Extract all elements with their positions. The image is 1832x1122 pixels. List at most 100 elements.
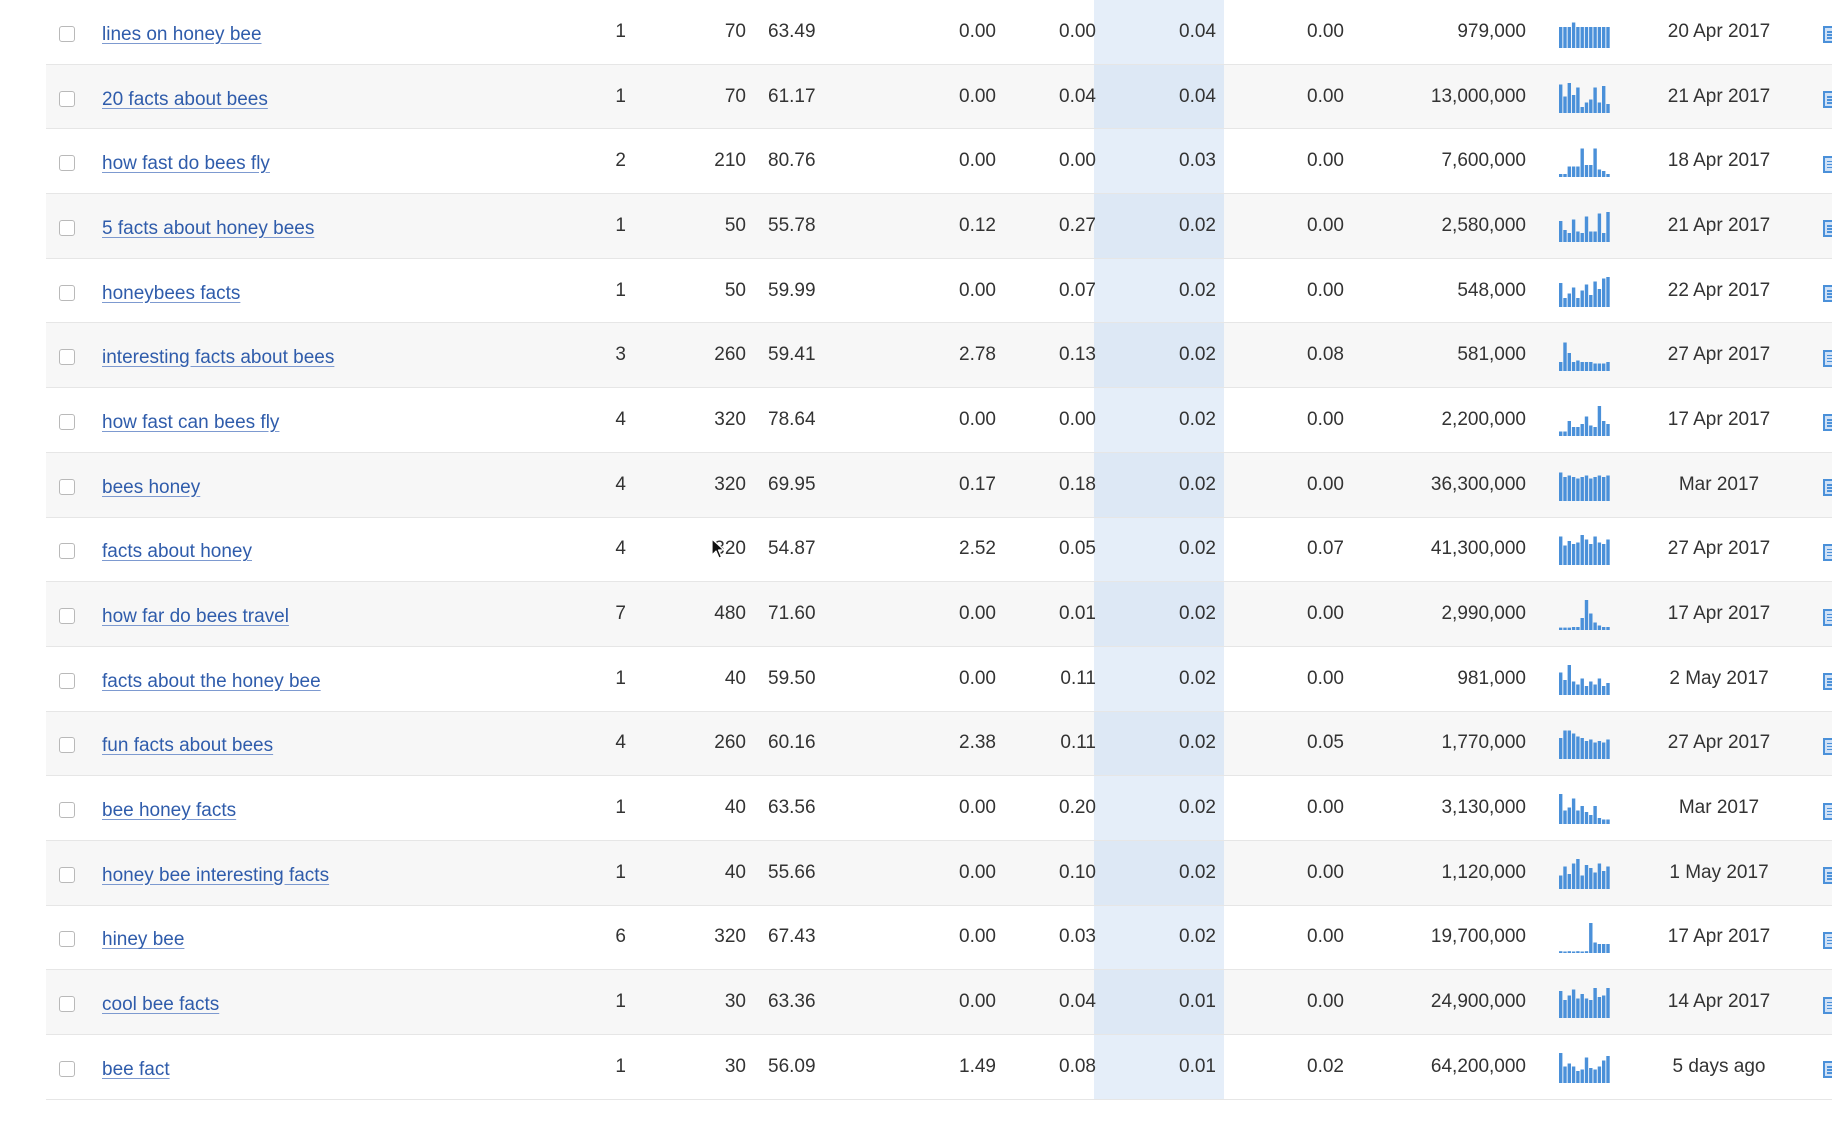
serp-list-icon[interactable] <box>1823 414 1832 432</box>
trend-bar <box>1563 866 1567 889</box>
trend-bar <box>1567 353 1571 372</box>
keyword-link[interactable]: how fast can bees fly <box>102 388 542 452</box>
metric-3-cell: 0.01 <box>1179 991 1216 1013</box>
metric-1-cell: 0.00 <box>959 991 996 1013</box>
last-update-date: 27 Apr 2017 <box>1667 732 1771 754</box>
row-checkbox[interactable] <box>59 543 75 560</box>
table-row: 20 facts about bees 1 70 61.17 0.00 0.04 0.04 0… <box>46 64 1832 130</box>
keyword-link[interactable]: cool bee facts <box>102 970 542 1034</box>
keyword-link[interactable]: lines on honey bee <box>102 0 542 64</box>
trend-bar <box>1563 297 1567 307</box>
trend-bar <box>1559 472 1563 501</box>
serp-action-cell <box>1822 0 1832 64</box>
keyword-link[interactable]: how fast do bees fly <box>102 129 542 193</box>
row-checkbox[interactable] <box>59 349 75 366</box>
metric-3-cell: 0.02 <box>1179 214 1216 236</box>
trend-bar <box>1597 405 1602 436</box>
serp-list-icon[interactable] <box>1823 737 1832 755</box>
metric-2-cell: 0.11 <box>1060 667 1096 689</box>
keyword-link[interactable]: 5 facts about honey bees <box>102 194 542 258</box>
serp-list-icon[interactable] <box>1823 91 1832 109</box>
keyword-link[interactable]: hiney bee <box>102 906 542 970</box>
serp-list-icon[interactable] <box>1823 608 1832 626</box>
trend-bar <box>1597 818 1602 825</box>
serp-list-icon[interactable] <box>1823 220 1832 238</box>
row-checkbox[interactable] <box>59 155 75 172</box>
trend-bar <box>1571 22 1576 48</box>
trend-bar <box>1563 342 1567 372</box>
metric-1-cell: 2.52 <box>959 538 996 560</box>
kd-cell: 6 <box>615 926 626 948</box>
cpc-cell: 59.41 <box>768 344 816 366</box>
row-checkbox[interactable] <box>59 413 75 430</box>
trend-sparkline <box>1559 259 1619 323</box>
serp-list-icon[interactable] <box>1823 931 1832 949</box>
row-checkbox[interactable] <box>59 996 75 1013</box>
trend-bar <box>1584 102 1589 113</box>
trend-bar <box>1589 867 1593 889</box>
serp-list-icon[interactable] <box>1823 26 1832 44</box>
metric-1-cell: 0.00 <box>959 667 996 689</box>
trend-bar <box>1584 475 1589 501</box>
trend-bar <box>1597 475 1602 501</box>
serp-list-icon[interactable] <box>1823 673 1832 691</box>
keyword-link[interactable]: bee honey facts <box>102 776 542 840</box>
serp-list-icon[interactable] <box>1823 349 1832 367</box>
keyword-link[interactable]: 20 facts about bees <box>102 65 542 129</box>
metric-2-cell: 0.10 <box>1059 861 1096 883</box>
trend-bar <box>1606 866 1610 889</box>
serp-list-icon[interactable] <box>1823 996 1832 1014</box>
trend-bar <box>1559 738 1563 760</box>
trend-bar <box>1602 85 1606 113</box>
keyword-link[interactable]: facts about honey <box>102 518 542 582</box>
trend-bar <box>1580 806 1584 825</box>
serp-list-icon[interactable] <box>1823 479 1832 497</box>
serp-list-icon[interactable] <box>1823 543 1832 561</box>
trend-bar <box>1597 741 1602 760</box>
screen: lines on honey bee 1 70 63.49 0.00 0.00 0.04 0.… <box>0 0 1832 1122</box>
trend-bar <box>1584 165 1589 178</box>
row-checkbox[interactable] <box>59 737 75 754</box>
serp-list-icon[interactable] <box>1823 867 1832 885</box>
keyword-link[interactable]: how far do bees travel <box>102 582 542 646</box>
results-cell: 41,300,000 <box>1430 538 1526 560</box>
row-checkbox[interactable] <box>59 866 75 883</box>
trend-bar <box>1576 360 1580 372</box>
cpc-cell: 61.17 <box>768 85 816 107</box>
metric-3-cell: 0.02 <box>1179 667 1216 689</box>
row-checkbox[interactable] <box>59 478 75 495</box>
row-checkbox[interactable] <box>59 90 75 107</box>
row-checkbox[interactable] <box>59 219 75 236</box>
trend-bar <box>1606 739 1610 760</box>
trend-bar <box>1584 26 1589 48</box>
keyword-link[interactable]: bee fact <box>102 1035 542 1099</box>
keyword-link[interactable]: honeybees facts <box>102 259 542 323</box>
keyword-link[interactable]: interesting facts about bees <box>102 323 542 387</box>
serp-list-icon[interactable] <box>1823 1061 1832 1079</box>
trend-bar <box>1567 730 1571 760</box>
row-checkbox[interactable] <box>59 284 75 301</box>
metric-4-cell: 0.00 <box>1307 150 1344 172</box>
trend-bar <box>1589 1000 1593 1019</box>
row-checkbox[interactable] <box>59 802 75 819</box>
serp-list-icon[interactable] <box>1823 155 1832 173</box>
last-update-date: 18 Apr 2017 <box>1667 150 1771 172</box>
metric-2-cell: 0.00 <box>1059 150 1096 172</box>
row-checkbox[interactable] <box>59 931 75 948</box>
metric-1-cell: 0.00 <box>959 20 996 42</box>
serp-list-icon[interactable] <box>1823 285 1832 303</box>
row-checkbox[interactable] <box>59 1060 75 1077</box>
row-checkbox[interactable] <box>59 25 75 42</box>
trend-bar <box>1580 290 1584 307</box>
row-checkbox[interactable] <box>59 672 75 689</box>
trend-bar <box>1576 951 1580 954</box>
results-cell: 2,990,000 <box>1441 603 1526 625</box>
trend-bar <box>1584 951 1589 954</box>
trend-bar <box>1580 476 1584 501</box>
keyword-link[interactable]: facts about the honey bee <box>102 647 542 711</box>
keyword-link[interactable]: fun facts about bees <box>102 712 542 776</box>
serp-list-icon[interactable] <box>1823 802 1832 820</box>
keyword-link[interactable]: bees honey <box>102 453 542 517</box>
row-checkbox[interactable] <box>59 608 75 625</box>
keyword-link[interactable]: honey bee interesting facts <box>102 841 542 905</box>
